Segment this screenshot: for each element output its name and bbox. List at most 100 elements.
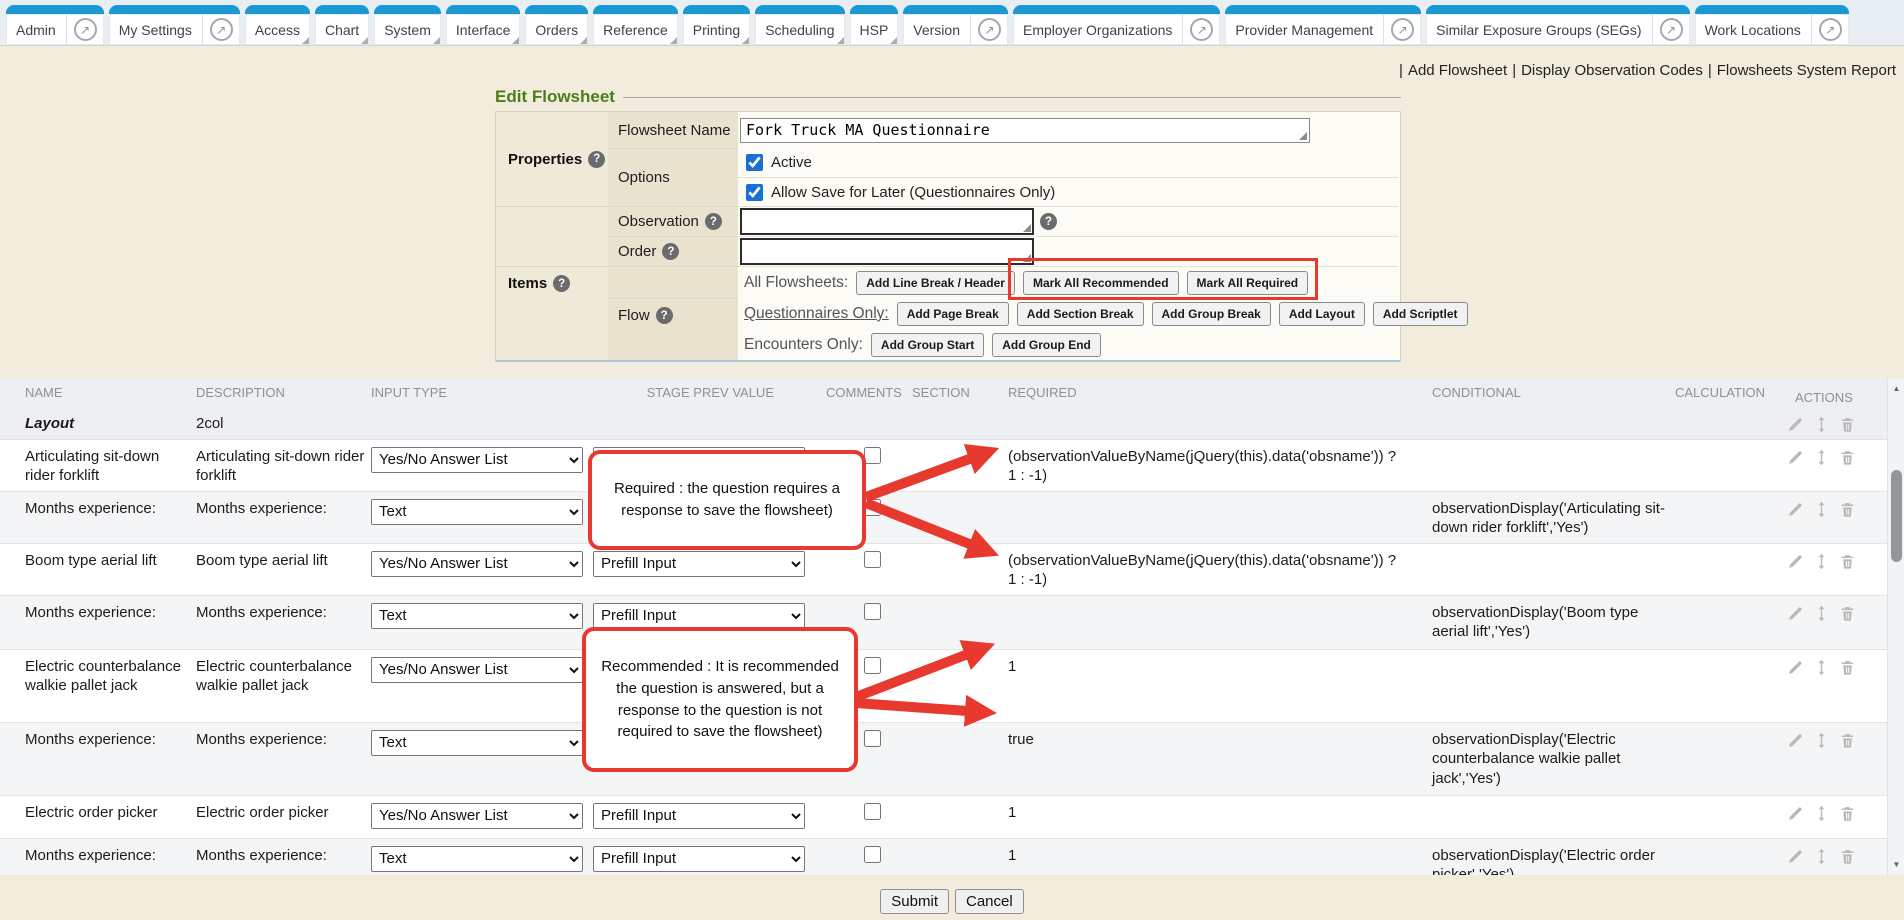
header-link[interactable]: Flowsheets System Report	[1717, 62, 1896, 79]
submit-button[interactable]: Submit	[880, 889, 949, 914]
nav-tab[interactable]: My Settings ↗	[109, 5, 240, 45]
toolbar-button[interactable]: Add Scriptlet	[1373, 302, 1468, 326]
stage-prev-select[interactable]: Prefill Input	[593, 603, 805, 629]
nav-tab[interactable]: Version ↗	[903, 5, 1008, 45]
flowsheet-name-input[interactable]	[740, 118, 1310, 143]
nav-tab-label[interactable]: System	[374, 14, 441, 45]
comments-checkbox[interactable]	[864, 603, 881, 620]
allow-save-checkbox[interactable]	[746, 184, 763, 201]
nav-tab-label[interactable]: Reference	[593, 14, 678, 45]
delete-icon[interactable]	[1839, 416, 1856, 433]
help-icon[interactable]: ?	[553, 275, 570, 292]
move-reorder-icon[interactable]	[1813, 605, 1830, 622]
stage-prev-select[interactable]: Prefill Input	[593, 551, 805, 577]
delete-icon[interactable]	[1839, 605, 1856, 622]
move-reorder-icon[interactable]	[1813, 553, 1830, 570]
help-icon[interactable]: ?	[588, 151, 605, 168]
delete-icon[interactable]	[1839, 805, 1856, 822]
toolbar-button[interactable]: Add Section Break	[1017, 302, 1144, 326]
delete-icon[interactable]	[1839, 732, 1856, 749]
open-in-new-icon[interactable]: ↗	[1811, 14, 1849, 45]
nav-tab[interactable]: Interface	[446, 5, 520, 45]
stage-prev-select[interactable]: Prefill Input	[593, 846, 805, 872]
open-in-new-icon[interactable]: ↗	[1383, 14, 1421, 45]
input-type-select[interactable]: Text	[371, 846, 583, 872]
open-in-new-icon[interactable]: ↗	[1652, 14, 1690, 45]
nav-tab-label[interactable]: Version	[903, 14, 970, 45]
toolbar-button[interactable]: Add Page Break	[897, 302, 1009, 326]
order-input[interactable]	[740, 238, 1034, 265]
edit-icon[interactable]	[1787, 605, 1804, 622]
delete-icon[interactable]	[1839, 848, 1856, 865]
resize-handle[interactable]	[1023, 254, 1031, 262]
scroll-thumb[interactable]	[1891, 470, 1902, 562]
move-reorder-icon[interactable]	[1813, 501, 1830, 518]
scroll-up-arrow[interactable]: ▲	[1888, 380, 1904, 397]
toolbar-button[interactable]: Mark All Recommended	[1023, 271, 1179, 295]
nav-tab[interactable]: Orders	[525, 5, 588, 45]
help-icon[interactable]: ?	[705, 213, 722, 230]
nav-tab[interactable]: Admin ↗	[6, 5, 104, 45]
move-reorder-icon[interactable]	[1813, 732, 1830, 749]
edit-icon[interactable]	[1787, 848, 1804, 865]
nav-tab[interactable]: Access	[245, 5, 310, 45]
input-type-select[interactable]: Yes/No Answer List	[371, 803, 583, 829]
open-in-new-icon[interactable]: ↗	[202, 14, 240, 45]
toolbar-button[interactable]: Add Layout	[1279, 302, 1365, 326]
move-reorder-icon[interactable]	[1813, 659, 1830, 676]
comments-checkbox[interactable]	[864, 447, 881, 464]
help-icon[interactable]: ?	[656, 307, 673, 324]
input-type-select[interactable]: Text	[371, 499, 583, 525]
nav-tab[interactable]: Work Locations ↗	[1695, 5, 1849, 45]
move-reorder-icon[interactable]	[1813, 449, 1830, 466]
nav-tab[interactable]: Chart	[315, 5, 369, 45]
active-checkbox[interactable]	[746, 154, 763, 171]
toolbar-button[interactable]: Mark All Required	[1187, 271, 1309, 295]
edit-icon[interactable]	[1787, 553, 1804, 570]
nav-tab[interactable]: Employer Organizations ↗	[1013, 5, 1220, 45]
edit-icon[interactable]	[1787, 449, 1804, 466]
move-reorder-icon[interactable]	[1813, 416, 1830, 433]
comments-checkbox[interactable]	[864, 846, 881, 863]
nav-tab-label[interactable]: Work Locations	[1695, 14, 1811, 45]
delete-icon[interactable]	[1839, 449, 1856, 466]
delete-icon[interactable]	[1839, 501, 1856, 518]
input-type-select[interactable]: Text	[371, 603, 583, 629]
comments-checkbox[interactable]	[864, 499, 881, 516]
toolbar-button[interactable]: Add Group End	[992, 333, 1101, 357]
nav-tab-label[interactable]: Interface	[446, 14, 520, 45]
help-icon[interactable]: ?	[662, 243, 679, 260]
edit-icon[interactable]	[1787, 805, 1804, 822]
questionnaires-only-label[interactable]: Questionnaires Only:	[744, 305, 889, 323]
nav-tab-label[interactable]: Access	[245, 14, 310, 45]
edit-icon[interactable]	[1787, 732, 1804, 749]
nav-tab[interactable]: HSP	[850, 5, 899, 45]
comments-checkbox[interactable]	[864, 803, 881, 820]
cancel-button[interactable]: Cancel	[955, 889, 1024, 914]
move-reorder-icon[interactable]	[1813, 848, 1830, 865]
nav-tab[interactable]: Similar Exposure Groups (SEGs) ↗	[1426, 5, 1689, 45]
scroll-down-arrow[interactable]: ▼	[1888, 856, 1904, 873]
header-link[interactable]: Display Observation Codes	[1521, 62, 1703, 79]
toolbar-button[interactable]: Add Group Break	[1152, 302, 1271, 326]
edit-icon[interactable]	[1787, 501, 1804, 518]
stage-prev-select[interactable]: Prefill Input	[593, 803, 805, 829]
nav-tab-label[interactable]: Employer Organizations	[1013, 14, 1182, 45]
nav-tab-label[interactable]: Printing	[683, 14, 750, 45]
toolbar-button[interactable]: Add Group Start	[871, 333, 984, 357]
nav-tab-label[interactable]: Similar Exposure Groups (SEGs)	[1426, 14, 1651, 45]
nav-tab-label[interactable]: Provider Management	[1225, 14, 1383, 45]
comments-checkbox[interactable]	[864, 657, 881, 674]
nav-tab[interactable]: Printing	[683, 5, 750, 45]
observation-input[interactable]	[740, 208, 1034, 235]
comments-checkbox[interactable]	[864, 730, 881, 747]
edit-icon[interactable]	[1787, 416, 1804, 433]
help-icon[interactable]: ?	[1040, 213, 1057, 230]
input-type-select[interactable]: Yes/No Answer List	[371, 551, 583, 577]
delete-icon[interactable]	[1839, 659, 1856, 676]
resize-handle[interactable]	[1299, 132, 1307, 140]
nav-tab[interactable]: Provider Management ↗	[1225, 5, 1421, 45]
table-scrollbar[interactable]: ▲ ▼	[1887, 378, 1904, 875]
toolbar-button[interactable]: Add Line Break / Header	[856, 271, 1015, 295]
nav-tab-label[interactable]: Orders	[525, 14, 588, 45]
